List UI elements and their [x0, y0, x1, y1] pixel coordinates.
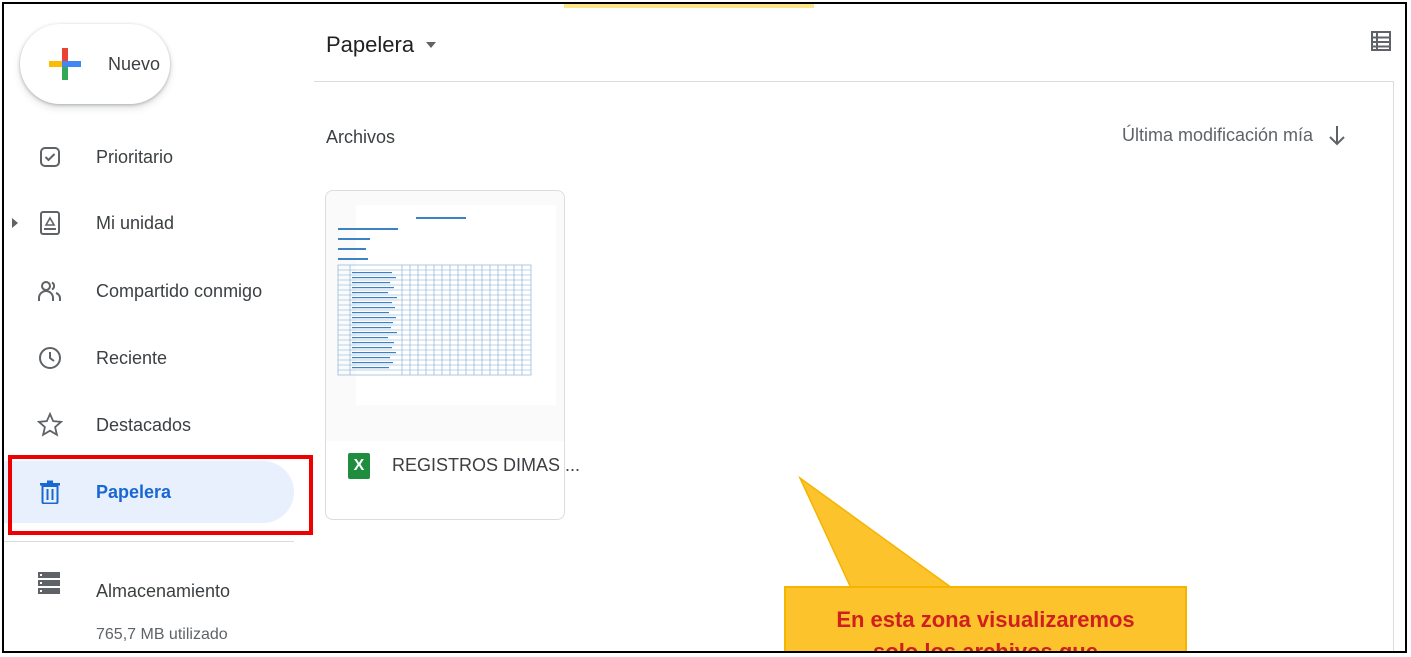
plus-icon	[49, 48, 81, 80]
sidebar-item-label: Reciente	[96, 347, 168, 368]
callout-line-2: solo los archivos que	[873, 639, 1098, 653]
sidebar-item-destacados[interactable]: Destacados	[4, 394, 294, 456]
storage-used-text: 765,7 MB utilizado	[96, 626, 228, 643]
top-highlight	[564, 4, 814, 8]
page-title-text: Papelera	[326, 32, 415, 57]
storage-icon	[38, 572, 60, 594]
storage-label[interactable]: Almacenamiento	[96, 581, 230, 602]
page-title[interactable]: Papelera	[326, 32, 437, 58]
sidebar-item-prioritario[interactable]: Prioritario	[4, 126, 294, 188]
file-name: REGISTROS DIMAS ...	[392, 455, 581, 475]
sidebar-item-label: Compartido conmigo	[96, 280, 263, 301]
sidebar-item-label: Papelera	[96, 481, 172, 502]
sidebar-item-label: Destacados	[96, 414, 192, 435]
arrow-down-icon[interactable]	[1326, 122, 1348, 148]
checkbox-icon	[37, 144, 63, 170]
scrollbar-track[interactable]	[1393, 81, 1394, 651]
new-button-label: Nuevo	[108, 54, 161, 74]
sidebar-item-label: Mi unidad	[96, 212, 175, 233]
excel-icon: X	[348, 453, 370, 479]
trash-icon	[37, 479, 63, 505]
section-label-archivos: Archivos	[326, 127, 396, 147]
callout-box: En esta zona visualizaremos solo los arc…	[784, 586, 1187, 653]
sidebar-item-reciente[interactable]: Reciente	[4, 327, 294, 389]
file-name-row: X REGISTROS DIMAS ...	[326, 453, 580, 499]
sidebar-divider	[4, 541, 294, 542]
star-icon	[37, 412, 63, 438]
sidebar-item-papelera[interactable]: Papelera	[4, 461, 294, 523]
expand-arrow-icon[interactable]	[12, 218, 18, 228]
sidebar-item-mi-unidad[interactable]: Mi unidad	[4, 192, 294, 254]
new-button[interactable]: Nuevo	[20, 24, 170, 104]
people-icon	[37, 278, 63, 304]
callout-text: En esta zona visualizaremos solo los arc…	[786, 588, 1185, 653]
callout-line-1: En esta zona visualizaremos	[836, 607, 1135, 632]
clock-icon	[37, 345, 63, 371]
file-card[interactable]: X REGISTROS DIMAS ...	[325, 190, 580, 520]
drive-icon	[37, 210, 63, 236]
sidebar-item-label: Prioritario	[96, 146, 174, 167]
file-thumbnail	[326, 191, 564, 441]
sort-label[interactable]: Última modificación mía	[1122, 125, 1313, 146]
list-view-icon[interactable]	[1370, 30, 1392, 52]
header-divider	[314, 81, 1394, 82]
drive-window: Nuevo Prioritario Mi unidad Compartido c…	[2, 2, 1407, 653]
chevron-down-icon	[426, 42, 437, 48]
sidebar-item-compartido[interactable]: Compartido conmigo	[4, 260, 294, 322]
